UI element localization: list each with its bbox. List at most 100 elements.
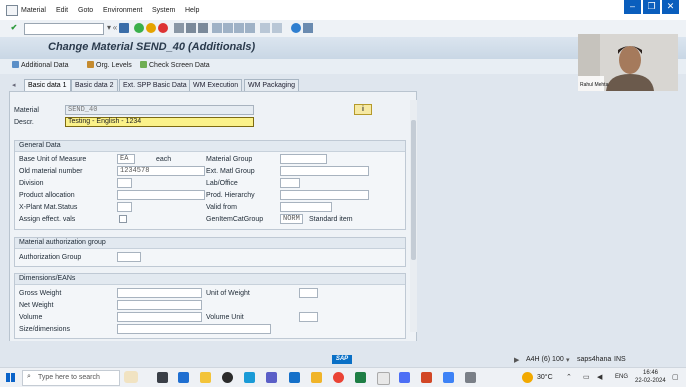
tab-ext-spp-basic-data[interactable]: Ext. SPP Basic Data <box>119 79 191 91</box>
material-group-field[interactable] <box>280 154 327 164</box>
xplant-status-field[interactable] <box>117 202 132 212</box>
lab-office-field[interactable] <box>280 178 300 188</box>
tab-label: Ext. SPP Basic Data <box>123 82 187 89</box>
teams-icon[interactable] <box>266 372 277 383</box>
general-data-header <box>15 141 405 152</box>
volume-unit-field[interactable] <box>299 312 318 322</box>
help-icon[interactable] <box>291 23 301 33</box>
network-icon[interactable]: ▭ <box>583 373 590 381</box>
find-next-icon[interactable] <box>198 23 208 33</box>
outlook-icon[interactable] <box>289 372 300 383</box>
additional-data-button[interactable]: Additional Data <box>12 61 68 69</box>
menu-environment[interactable]: Environment <box>103 7 142 14</box>
system-info[interactable]: A4H (6) 100 <box>526 356 564 363</box>
excel-icon[interactable] <box>355 372 366 383</box>
customize-layout-icon[interactable] <box>303 23 313 33</box>
print-icon[interactable] <box>174 23 184 33</box>
info-icon[interactable]: i <box>354 104 372 115</box>
previous-page-icon[interactable] <box>223 23 233 33</box>
base-uom-field[interactable]: EA <box>117 154 135 164</box>
xplant-status-label: X-Plant Mat.Status <box>19 204 78 211</box>
clock-time[interactable]: 16:46 <box>643 370 658 376</box>
gen-item-cat-field[interactable]: NORM <box>280 214 303 224</box>
close-button[interactable]: ✕ <box>662 0 679 14</box>
webcam-overlay: Rahul Mehta <box>578 34 678 91</box>
sap-logon-icon[interactable] <box>399 372 410 383</box>
general-data-title: General Data <box>19 142 61 149</box>
tab-wm-execution[interactable]: WM Execution <box>189 79 243 91</box>
task-view-icon[interactable] <box>157 372 168 383</box>
back-icon[interactable] <box>134 23 144 33</box>
edge-icon[interactable] <box>244 372 255 383</box>
tab-label: Basic data 2 <box>75 82 114 89</box>
find-icon[interactable] <box>186 23 196 33</box>
save-icon[interactable] <box>119 23 129 33</box>
sap-gui-icon[interactable] <box>465 372 476 383</box>
powerpoint-icon[interactable] <box>421 372 432 383</box>
next-page-icon[interactable] <box>234 23 244 33</box>
menu-material[interactable]: Material <box>21 7 46 14</box>
taskbar-search-placeholder: Type here to search <box>38 374 100 381</box>
vertical-scrollbar[interactable] <box>410 100 417 332</box>
weather-icon[interactable] <box>522 372 533 383</box>
new-session-icon[interactable] <box>260 23 270 33</box>
prod-hierarchy-field[interactable] <box>280 190 369 200</box>
first-page-icon[interactable] <box>212 23 222 33</box>
dimensions-group: Dimensions/EANs Gross Weight Unit of Wei… <box>14 273 406 339</box>
clock-date[interactable]: 22-02-2024 <box>635 378 666 384</box>
exit-icon[interactable] <box>146 23 156 33</box>
shortcut-icon[interactable] <box>272 23 282 33</box>
folder-icon[interactable] <box>311 372 322 383</box>
dell-icon[interactable] <box>222 372 233 383</box>
auth-group-field[interactable] <box>117 252 141 262</box>
size-dimensions-field[interactable] <box>117 324 271 334</box>
menu-system[interactable]: System <box>152 7 175 14</box>
general-data-group: General Data Base Unit of Measure EA eac… <box>14 140 406 230</box>
old-material-field[interactable]: 1234578 <box>117 166 205 176</box>
minimize-button[interactable]: – <box>624 0 641 14</box>
menu-help[interactable]: Help <box>185 7 199 14</box>
gross-weight-field[interactable] <box>117 288 202 298</box>
insert-mode: INS <box>614 356 626 363</box>
volume-field[interactable] <box>117 312 202 322</box>
enter-icon[interactable]: ✔ <box>9 23 19 33</box>
tab-basic-data-2[interactable]: Basic data 2 <box>71 79 118 91</box>
weight-unit-field[interactable] <box>299 288 318 298</box>
volume-icon[interactable]: ◀ <box>597 373 602 381</box>
tab-wm-packaging[interactable]: WM Packaging <box>244 79 300 91</box>
notification-icon[interactable]: ▢ <box>672 373 679 381</box>
tab-basic-data-1[interactable]: Basic data 1 <box>24 79 71 91</box>
system-dropdown-icon[interactable]: ▾ <box>566 356 570 364</box>
weather-widget-icon[interactable] <box>124 371 138 383</box>
last-page-icon[interactable] <box>245 23 255 33</box>
cancel-icon[interactable] <box>158 23 168 33</box>
store-icon[interactable] <box>178 372 189 383</box>
product-allocation-field[interactable] <box>117 190 205 200</box>
server-name: saps4hana <box>577 356 612 363</box>
chrome-icon[interactable] <box>333 372 344 383</box>
sap-window-icon[interactable] <box>6 5 18 16</box>
description-field[interactable]: Testing - English - 1234 <box>65 117 254 127</box>
division-field[interactable] <box>117 178 132 188</box>
scrollbar-thumb[interactable] <box>411 120 416 260</box>
net-weight-field[interactable] <box>117 300 202 310</box>
restore-button[interactable]: ❐ <box>643 0 660 14</box>
division-label: Division <box>19 180 44 187</box>
menu-goto[interactable]: Goto <box>78 7 93 14</box>
zoom-icon[interactable] <box>443 372 454 383</box>
status-play-icon[interactable]: ▶ <box>514 356 519 364</box>
command-field[interactable] <box>24 23 104 35</box>
check-screen-data-button[interactable]: Check Screen Data <box>140 61 210 69</box>
tray-chevron-icon[interactable]: ⌃ <box>566 373 572 381</box>
org-levels-button[interactable]: Org. Levels <box>87 61 132 69</box>
assign-effect-checkbox[interactable] <box>119 215 127 223</box>
tab-scroll-left-icon[interactable]: ◂ <box>12 81 16 89</box>
file-explorer-icon[interactable] <box>200 372 211 383</box>
windows-start-icon[interactable] <box>6 373 15 382</box>
ext-matl-group-field[interactable] <box>280 166 369 176</box>
org-levels-icon <box>87 61 94 68</box>
menu-edit[interactable]: Edit <box>56 7 68 14</box>
language-indicator[interactable]: ENG <box>615 374 628 380</box>
valid-from-field[interactable] <box>280 202 332 212</box>
app-icon[interactable] <box>377 372 390 385</box>
